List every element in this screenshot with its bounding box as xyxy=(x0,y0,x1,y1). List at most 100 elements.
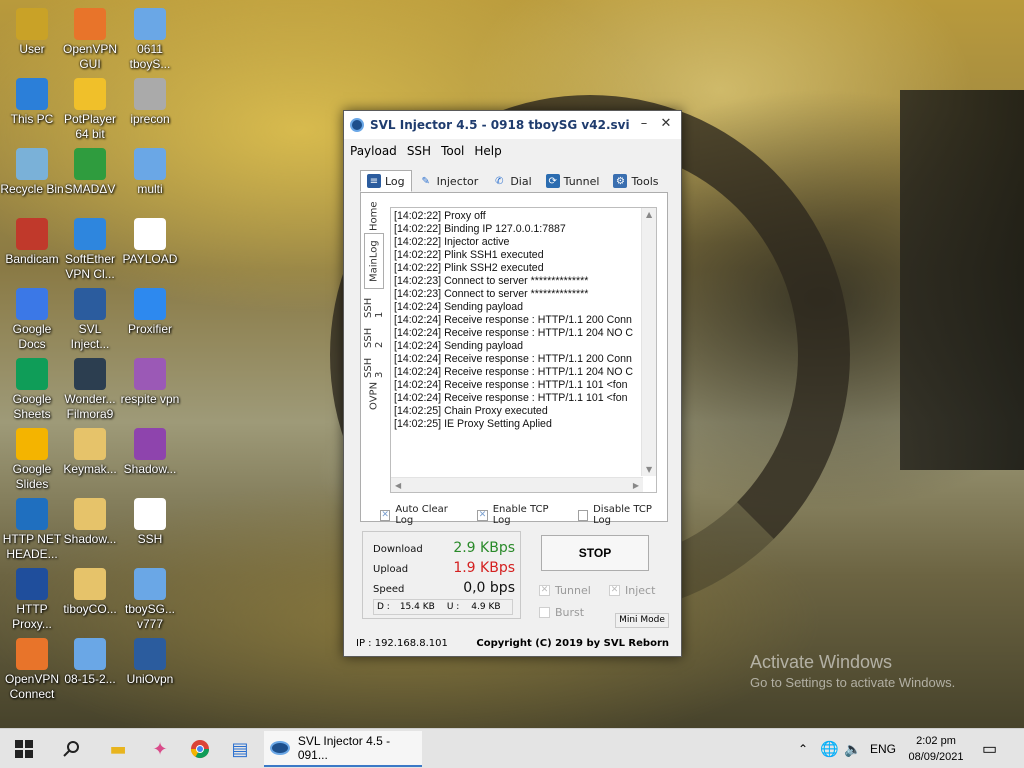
potplayer-icon xyxy=(74,78,106,110)
ip-address: IP : 192.168.8.101 xyxy=(356,637,448,649)
desktop-icon[interactable]: HTTP Proxy... xyxy=(0,568,64,632)
mini-mode-button[interactable]: Mini Mode xyxy=(615,613,669,628)
tab-tools[interactable]: ⚙ Tools xyxy=(606,170,665,192)
menu-payload[interactable]: Payload xyxy=(350,144,397,158)
desktop-icon[interactable]: SMADΔV xyxy=(58,148,122,197)
auto-clear-log-checkbox[interactable]: ✕ Auto Clear Log xyxy=(380,504,463,526)
side-tab-ssh3[interactable]: SSH 3 xyxy=(363,349,385,379)
side-tab-mainlog[interactable]: MainLog xyxy=(364,233,384,289)
side-tab-ovpn[interactable]: OVPN xyxy=(364,379,384,413)
tab-log[interactable]: ≡ Log xyxy=(360,170,412,192)
show-hidden-icons-icon[interactable]: ⌃ xyxy=(798,729,808,768)
stop-button[interactable]: STOP xyxy=(541,535,649,571)
folder-icon xyxy=(74,568,106,600)
disable-tcp-log-checkbox[interactable]: Disable TCP Log xyxy=(577,504,667,526)
burst-checkbox[interactable]: Burst xyxy=(539,606,584,619)
desktop-icon[interactable]: tiboyCO... xyxy=(58,568,122,617)
desktop-icon[interactable]: This PC xyxy=(0,78,64,127)
desktop-icon[interactable]: HTTP NET HEADE... xyxy=(0,498,64,562)
log-panel: Home MainLog SSH 1 SSH 2 SSH 3 OVPN [14:… xyxy=(360,192,668,522)
tab-tunnel[interactable]: ⟳ Tunnel xyxy=(539,170,607,192)
activate-windows-title: Activate Windows xyxy=(750,652,893,672)
tab-dial[interactable]: ✆ Dial xyxy=(485,170,538,192)
desktop-icon[interactable]: SoftEther VPN Cl... xyxy=(58,218,122,282)
phone-icon: ✆ xyxy=(495,175,504,187)
desktop-icon[interactable]: Shadow... xyxy=(58,498,122,547)
scroll-up-icon[interactable]: ▲ xyxy=(646,210,652,219)
log-textbox[interactable]: [14:02:22] Proxy off [14:02:22] Binding I… xyxy=(390,207,657,493)
config-file-icon xyxy=(134,8,166,40)
config-file-icon xyxy=(134,148,166,180)
side-tab-ssh2[interactable]: SSH 2 xyxy=(363,319,385,349)
language-indicator[interactable]: ENG xyxy=(870,729,896,768)
notification-icon[interactable]: ▭ xyxy=(982,729,997,768)
desktop-icon[interactable]: PAYLOAD xyxy=(118,218,182,267)
menu-ssh[interactable]: SSH xyxy=(407,144,431,158)
desktop-icon[interactable]: Keymak... xyxy=(58,428,122,477)
desktop-icon[interactable]: Proxifier xyxy=(118,288,182,337)
menu-help[interactable]: Help xyxy=(474,144,501,158)
desktop-icon[interactable]: Shadow... xyxy=(118,428,182,477)
taskbar-svl-injector[interactable]: SVL Injector 4.5 - 091... xyxy=(264,731,422,767)
scroll-down-icon[interactable]: ▼ xyxy=(646,465,652,474)
desktop-icon[interactable]: Wonder... Filmora9 xyxy=(58,358,122,422)
scroll-left-icon[interactable]: ◀ xyxy=(395,481,401,490)
proxifier-icon xyxy=(134,288,166,320)
desktop-icon-label: tboySG... v777 xyxy=(124,602,176,631)
enable-tcp-log-checkbox[interactable]: ✕ Enable TCP Log xyxy=(477,504,563,526)
d-label: D : xyxy=(377,602,390,612)
scroll-right-icon[interactable]: ▶ xyxy=(633,481,639,490)
side-tab-home[interactable]: Home xyxy=(364,199,384,233)
desktop-icon[interactable]: Google Sheets xyxy=(0,358,64,422)
search-icon[interactable] xyxy=(60,737,84,761)
desktop-icon[interactable]: iprecon xyxy=(118,78,182,127)
chrome-icon[interactable] xyxy=(188,737,212,761)
uniovpn-icon xyxy=(134,638,166,670)
clock[interactable]: 2:02 pm 08/09/2021 xyxy=(900,733,972,765)
tunnel-icon: ⟳ xyxy=(545,174,560,188)
log-line: [14:02:22] Plink SSH1 executed xyxy=(394,249,544,261)
log-horizontal-scrollbar[interactable]: ◀ ▶ xyxy=(391,477,643,492)
desktop-icon-label: Google Sheets xyxy=(12,392,52,421)
desktop-icon-label: SoftEther VPN Cl... xyxy=(64,252,116,281)
desktop-icon[interactable]: OpenVPN Connect xyxy=(0,638,64,702)
pinned-app-icon[interactable]: ✦ xyxy=(148,737,172,761)
tunnel-checkbox[interactable]: ✕ Tunnel xyxy=(539,584,591,597)
tab-tunnel-label: Tunnel xyxy=(563,174,600,188)
desktop-icon[interactable]: Google Docs xyxy=(0,288,64,352)
network-globe-icon[interactable]: 🌐 xyxy=(820,729,839,768)
volume-icon[interactable]: 🔈 xyxy=(844,729,861,768)
minimize-button[interactable]: – xyxy=(634,115,654,133)
folder-icon xyxy=(74,498,106,530)
desktop-icon[interactable]: Bandicam xyxy=(0,218,64,267)
menu-tool[interactable]: Tool xyxy=(441,144,464,158)
log-options: ✕ Auto Clear Log ✕ Enable TCP Log Disabl… xyxy=(380,504,681,526)
desktop-icon[interactable]: 0611 tboyS... xyxy=(118,8,182,72)
desktop-icon[interactable]: UniOvpn xyxy=(118,638,182,687)
activate-windows-subtitle: Go to Settings to activate Windows. xyxy=(750,675,956,690)
side-tab-ssh1[interactable]: SSH 1 xyxy=(363,289,385,319)
download-row: Download 2.9 KBps xyxy=(373,540,515,556)
desktop-icon[interactable]: PotPlayer 64 bit xyxy=(58,78,122,142)
log-vertical-scrollbar[interactable]: ▲ ▼ xyxy=(641,208,656,476)
inject-checkbox[interactable]: ✕ Inject xyxy=(609,584,655,597)
desktop-icon[interactable]: OpenVPN GUI xyxy=(58,8,122,72)
winrar-icon xyxy=(134,428,166,460)
desktop-icon[interactable]: SVL Inject... xyxy=(58,288,122,352)
desktop-icon[interactable]: SSH xyxy=(118,498,182,547)
network-app-icon[interactable]: ▤ xyxy=(228,737,252,761)
desktop-icon[interactable]: respite vpn xyxy=(118,358,182,407)
desktop-icon[interactable]: tboySG... v777 xyxy=(118,568,182,632)
desktop-icon[interactable]: Google Slides xyxy=(0,428,64,492)
download-label: Download xyxy=(373,544,423,555)
title-bar[interactable]: SVL Injector 4.5 - 0918 tboySG v42.svi –… xyxy=(344,111,681,139)
log-line: [14:02:23] Connect to server ***********… xyxy=(394,275,589,287)
windows-start-icon[interactable] xyxy=(12,737,36,761)
close-button[interactable]: ✕ xyxy=(656,115,676,133)
file-explorer-icon[interactable]: ▬ xyxy=(106,737,130,761)
desktop-icon[interactable]: User xyxy=(0,8,64,57)
desktop-icon[interactable]: 08-15-2... xyxy=(58,638,122,687)
tab-injector[interactable]: ✎ Injector xyxy=(412,170,486,192)
desktop-icon[interactable]: multi xyxy=(118,148,182,197)
desktop-icon[interactable]: Recycle Bin xyxy=(0,148,64,197)
